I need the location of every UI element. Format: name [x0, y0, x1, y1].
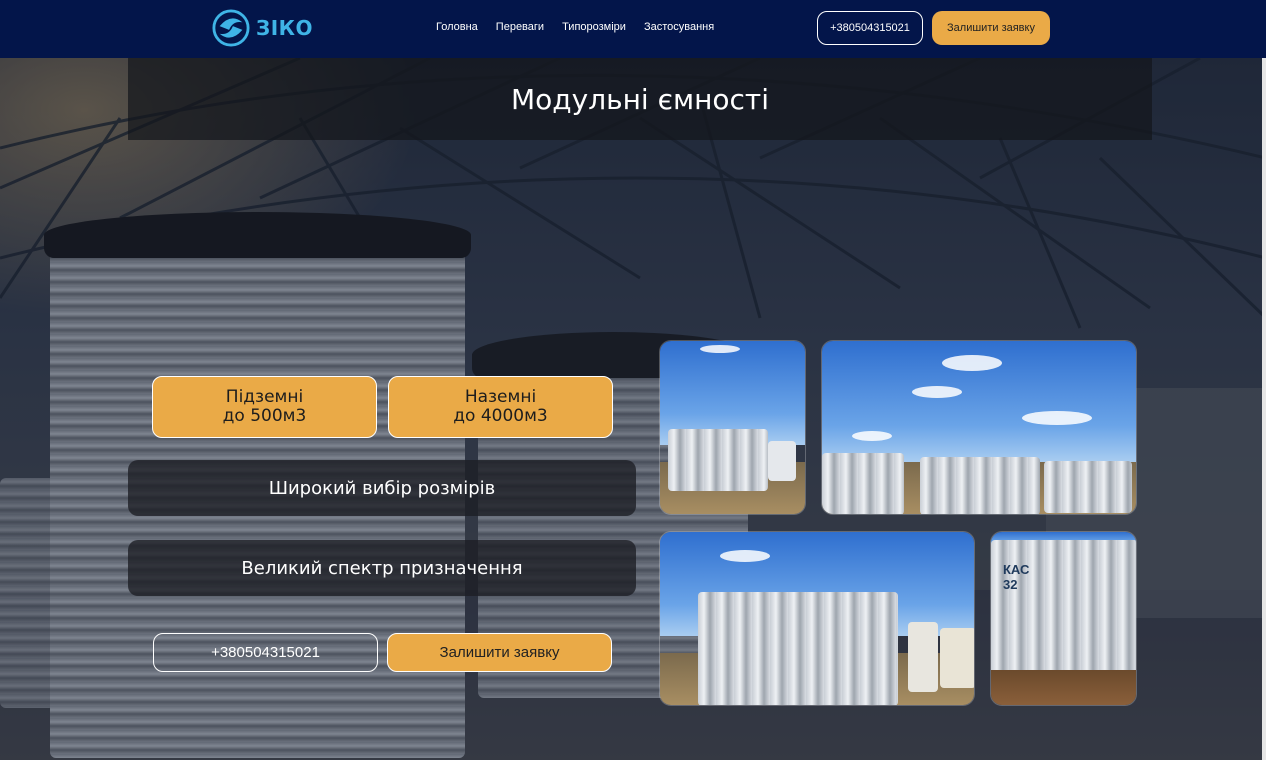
site-header: ЗІКО Головна Переваги Типорозміри Застос… [0, 0, 1266, 58]
page-title: Модульні ємності [510, 82, 769, 116]
brand-name: ЗІКО [256, 16, 313, 40]
nav-applications[interactable]: Застосування [644, 21, 714, 33]
nav-sizes[interactable]: Типорозміри [562, 21, 626, 33]
title-band: Модульні ємності [128, 58, 1152, 140]
aboveground-card[interactable]: Наземні до 4000м3 [388, 376, 613, 438]
hero-request-button[interactable]: Залишити заявку [387, 633, 612, 672]
underground-card[interactable]: Підземні до 500м3 [152, 376, 377, 438]
nav-advantages[interactable]: Переваги [496, 21, 544, 33]
tank-marking-line-2: 32 [1003, 577, 1018, 592]
nav-home[interactable]: Головна [436, 21, 478, 33]
main-nav: Головна Переваги Типорозміри Застосуванн… [436, 21, 714, 33]
gallery-photo-1[interactable] [659, 340, 806, 515]
aboveground-label: Наземні [464, 387, 537, 407]
feature-purposes: Великий спектр призначення [128, 540, 636, 596]
tank-marking: КАС 32 [1003, 562, 1029, 592]
header-request-button[interactable]: Залишити заявку [932, 11, 1050, 45]
scrollbar[interactable] [1262, 0, 1266, 760]
logo-swirl-icon [212, 9, 250, 47]
header-phone-button[interactable]: +380504315021 [817, 11, 923, 45]
underground-capacity: до 500м3 [222, 406, 307, 426]
hero-phone-button[interactable]: +380504315021 [153, 633, 378, 672]
gallery-photo-3[interactable] [659, 531, 975, 706]
gallery-photo-2[interactable] [821, 340, 1137, 515]
gallery-photo-4[interactable]: КАС 32 [990, 531, 1137, 706]
logo[interactable]: ЗІКО [212, 9, 313, 47]
tank-marking-line-1: КАС [1003, 562, 1030, 577]
aboveground-capacity: до 4000м3 [453, 406, 548, 426]
underground-label: Підземні [225, 387, 304, 407]
feature-sizes: Широкий вибір розмірів [128, 460, 636, 516]
